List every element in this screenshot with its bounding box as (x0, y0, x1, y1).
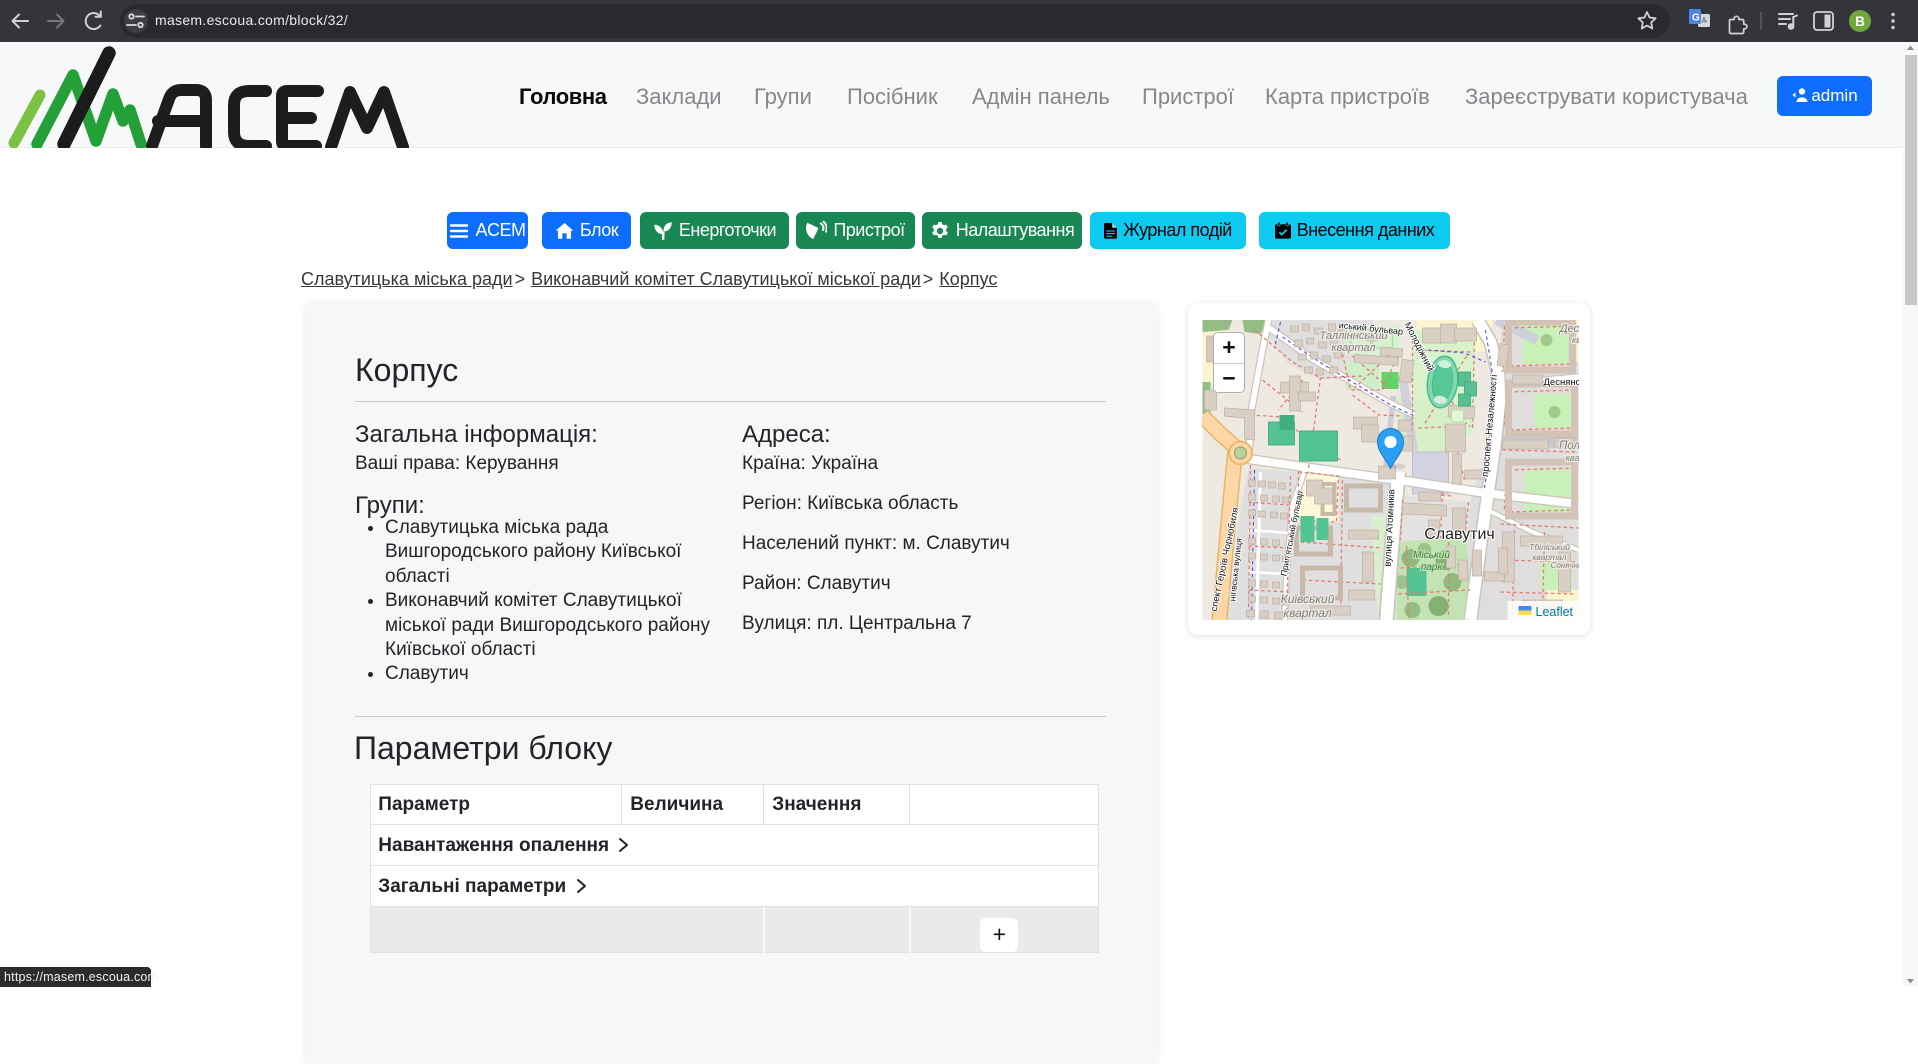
svg-text:Дес: Дес (1558, 323, 1579, 335)
svg-text:Leaflet: Leaflet (1536, 605, 1574, 619)
svg-text:квартал: квартал (1283, 606, 1331, 620)
svg-text:Київський: Київський (1281, 592, 1335, 606)
svg-text:Тбiлiський: Тбiлiський (1529, 542, 1570, 552)
svg-text:Сонячни: Сонячни (1551, 561, 1579, 570)
svg-text:B: B (1855, 14, 1865, 29)
svg-text:квартал: квартал (1331, 342, 1375, 354)
svg-text:Деснянс: Деснянс (1544, 377, 1580, 388)
svg-text:Мiський: Мiський (1413, 550, 1450, 561)
svg-text:G: G (1692, 13, 1700, 24)
svg-text:парк: парк (1421, 562, 1444, 573)
svg-text:Славутич: Славутич (1424, 526, 1495, 543)
svg-text:кв: кв (1572, 335, 1579, 345)
svg-text:Пол: Пол (1559, 440, 1579, 452)
svg-text:ква: ква (1566, 453, 1579, 463)
